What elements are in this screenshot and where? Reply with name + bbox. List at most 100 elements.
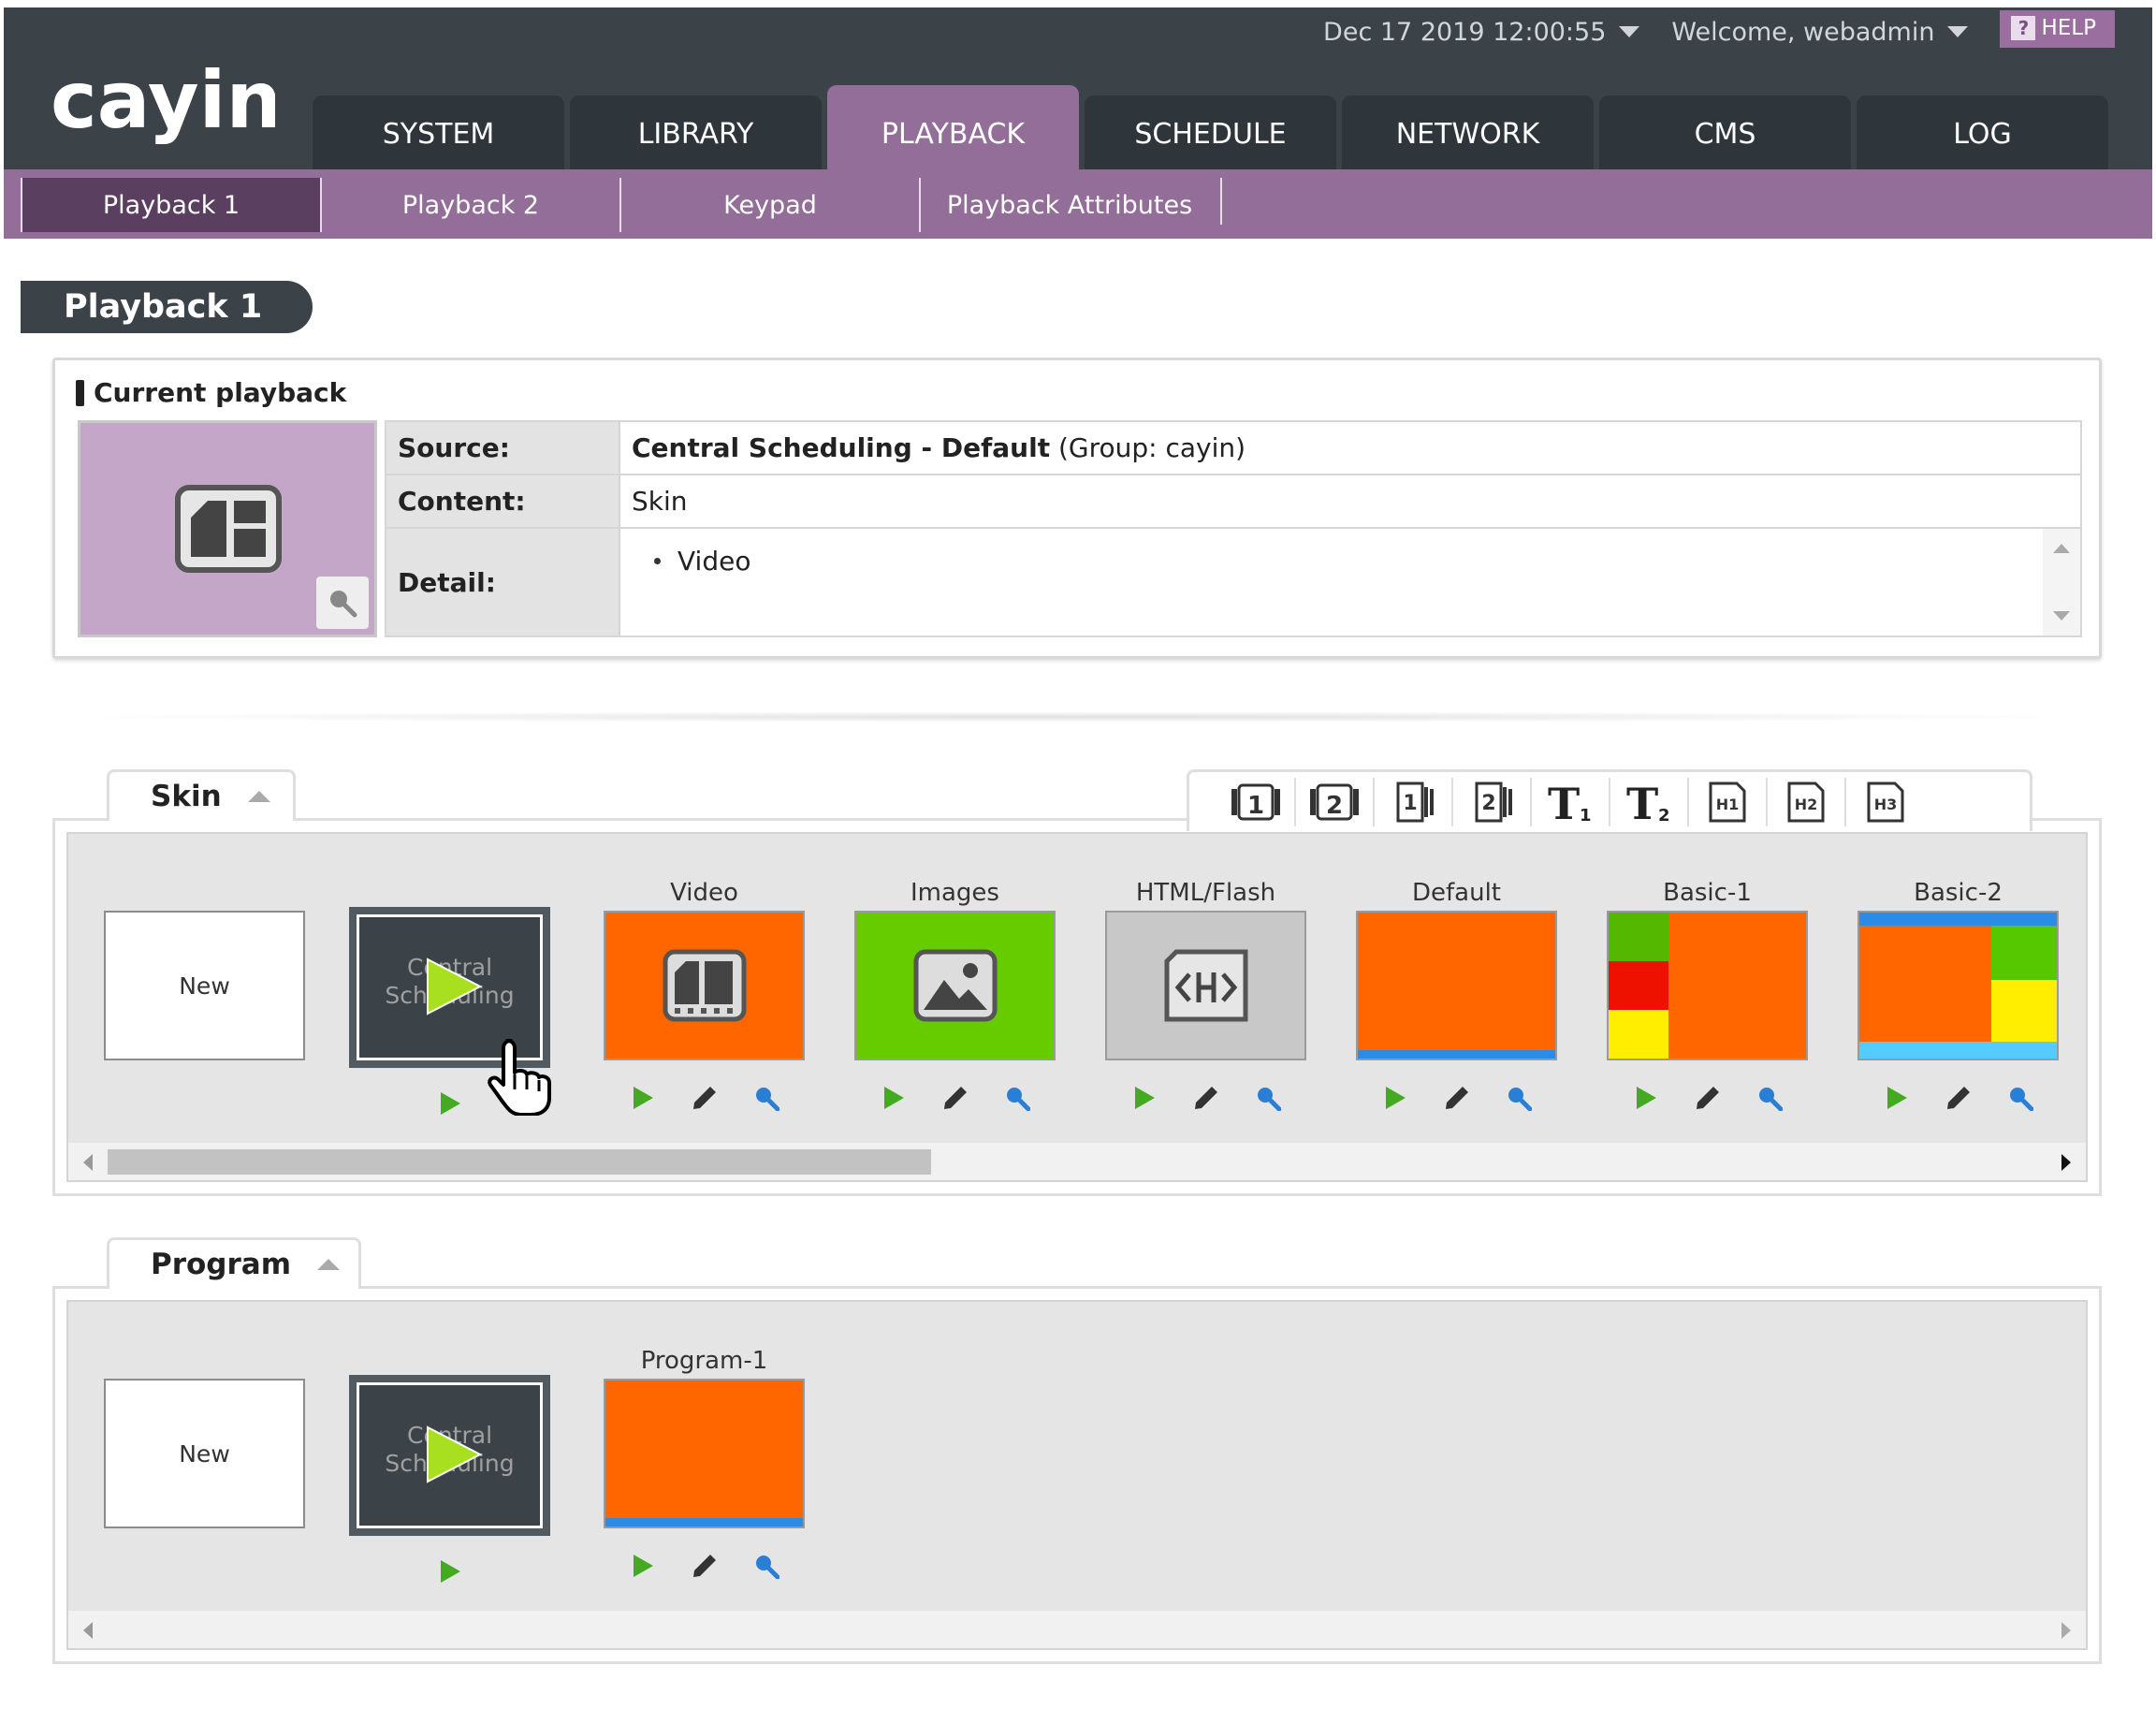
- skin-thumbnail-basic-1[interactable]: [1607, 911, 1808, 1060]
- card-actions: [1356, 1085, 1557, 1111]
- detail-scrollbar[interactable]: [2043, 529, 2080, 636]
- svg-text:2: 2: [1326, 792, 1343, 820]
- zoom-icon[interactable]: [1004, 1085, 1030, 1111]
- content-label: Content:: [385, 474, 620, 529]
- current-playback-title: Current playback: [76, 377, 346, 408]
- edit-pencil-icon[interactable]: [1695, 1085, 1721, 1111]
- subtab-playback-2[interactable]: Playback 2: [320, 178, 619, 232]
- skin-thumbnail-video[interactable]: [604, 911, 805, 1060]
- subtab-playback-1[interactable]: Playback 1: [21, 178, 320, 232]
- new-program-button[interactable]: New: [104, 1379, 305, 1528]
- svg-text:2: 2: [1481, 792, 1495, 815]
- scroll-up-icon[interactable]: [2053, 544, 2070, 553]
- source-value: Central Scheduling - Default: [632, 432, 1051, 463]
- skin-thumbnail-default[interactable]: [1356, 911, 1557, 1060]
- card-label: Video: [670, 879, 738, 907]
- svg-text:H2: H2: [1795, 796, 1818, 813]
- tab-cms[interactable]: CMS: [1599, 95, 1851, 169]
- help-label: HELP: [2041, 16, 2096, 40]
- scroll-right-icon[interactable]: [2061, 1154, 2071, 1171]
- zoom-icon[interactable]: [2007, 1085, 2033, 1111]
- tab-playback[interactable]: PLAYBACK: [827, 85, 1079, 169]
- scroll-left-icon[interactable]: [83, 1622, 93, 1639]
- zoom-icon[interactable]: [1506, 1085, 1532, 1111]
- play-icon[interactable]: [1131, 1085, 1158, 1111]
- skin-filter-toolbar: 1 2 1 2 T1 T2 H1 H2 H3: [1187, 769, 2032, 831]
- subtab-keypad[interactable]: Keypad: [619, 178, 919, 232]
- zone-header-blue: [1859, 913, 2057, 926]
- card-actions: [349, 1558, 550, 1585]
- skin-thumbnail-basic-2[interactable]: [1857, 911, 2059, 1060]
- html-2-icon[interactable]: H2: [1768, 777, 1846, 826]
- tab-log[interactable]: LOG: [1857, 95, 2108, 169]
- program-horizontal-scrollbar[interactable]: [68, 1611, 2086, 1648]
- scroll-right-icon[interactable]: [2061, 1622, 2071, 1639]
- card-label: Program-1: [640, 1347, 768, 1375]
- text-2-icon[interactable]: T2: [1610, 777, 1689, 826]
- new-skin-button[interactable]: New: [104, 911, 305, 1060]
- program-section-toggle[interactable]: Program: [107, 1237, 361, 1289]
- video-2-icon[interactable]: 2: [1296, 777, 1375, 826]
- play-icon[interactable]: [1884, 1085, 1910, 1111]
- subtab-label: Playback 2: [401, 190, 540, 220]
- tab-library[interactable]: LIBRARY: [570, 95, 822, 169]
- video-film-icon: [663, 949, 747, 1022]
- zoom-icon[interactable]: [1255, 1085, 1281, 1111]
- detail-value-cell: Video: [619, 527, 2082, 637]
- tab-network[interactable]: NETWORK: [1342, 95, 1594, 169]
- html-3-icon[interactable]: H3: [1846, 778, 1925, 826]
- collapse-icon: [317, 1259, 341, 1270]
- magnifier-icon: [330, 591, 357, 618]
- tab-schedule[interactable]: SCHEDULE: [1085, 95, 1336, 169]
- collapse-icon: [247, 791, 270, 802]
- tab-label: LIBRARY: [637, 118, 754, 151]
- table-row: Source: Central Scheduling - Default (Gr…: [385, 420, 2082, 475]
- edit-pencil-icon[interactable]: [1193, 1085, 1219, 1111]
- preview-zoom-button[interactable]: [316, 577, 369, 629]
- edit-pencil-icon[interactable]: [942, 1085, 969, 1111]
- play-icon[interactable]: [1382, 1085, 1408, 1111]
- subtab-playback-attributes[interactable]: Playback Attributes: [919, 178, 1218, 232]
- edit-pencil-icon[interactable]: [692, 1085, 718, 1111]
- datetime-dropdown[interactable]: Dec 17 2019 12:00:55: [1323, 18, 1640, 47]
- title-marker: [76, 379, 84, 406]
- detail-item: Video: [632, 546, 2069, 577]
- hand-cursor-icon: [487, 1037, 552, 1119]
- skin-section-toggle[interactable]: Skin: [107, 769, 296, 821]
- detail-label: Detail:: [385, 527, 620, 637]
- skin-thumbnail-html[interactable]: [1105, 911, 1306, 1060]
- program-thumbnail[interactable]: [604, 1379, 805, 1528]
- scroll-down-icon[interactable]: [2053, 611, 2070, 621]
- skin-thumbnail-images[interactable]: [854, 911, 1056, 1060]
- skin-section-title: Skin: [151, 780, 222, 813]
- tab-system[interactable]: SYSTEM: [313, 95, 564, 169]
- play-icon[interactable]: [437, 1090, 463, 1117]
- video-1-icon[interactable]: 1: [1217, 777, 1296, 826]
- zoom-icon[interactable]: [1756, 1085, 1783, 1111]
- text-1-icon[interactable]: T1: [1532, 777, 1610, 826]
- cayin-logo: cayin: [51, 41, 282, 146]
- play-icon[interactable]: [630, 1553, 656, 1579]
- edit-pencil-icon[interactable]: [1444, 1085, 1470, 1111]
- skin-horizontal-scrollbar[interactable]: [68, 1143, 2086, 1180]
- html-1-icon[interactable]: H1: [1689, 777, 1768, 826]
- edit-pencil-icon[interactable]: [692, 1553, 718, 1579]
- help-button[interactable]: ? HELP: [2000, 10, 2115, 48]
- edit-pencil-icon[interactable]: [1945, 1085, 1972, 1111]
- image-2-icon[interactable]: 2: [1453, 777, 1532, 826]
- play-icon[interactable]: [630, 1085, 656, 1111]
- subtab-label: Keypad: [723, 190, 817, 220]
- user-dropdown[interactable]: Welcome, webadmin: [1671, 18, 1969, 47]
- subtab-label: Playback 1: [102, 190, 240, 220]
- card-actions: [604, 1553, 805, 1579]
- zoom-icon[interactable]: [753, 1553, 779, 1579]
- svg-text:T: T: [1548, 780, 1580, 825]
- zoom-icon[interactable]: [753, 1085, 779, 1111]
- central-scheduling-tile[interactable]: Central Scheduling: [349, 1375, 550, 1536]
- scroll-left-icon[interactable]: [83, 1154, 93, 1171]
- scrollbar-thumb[interactable]: [108, 1149, 931, 1175]
- image-1-icon[interactable]: 1: [1375, 777, 1453, 826]
- play-icon[interactable]: [881, 1085, 907, 1111]
- play-icon[interactable]: [1633, 1085, 1659, 1111]
- play-icon[interactable]: [437, 1558, 463, 1585]
